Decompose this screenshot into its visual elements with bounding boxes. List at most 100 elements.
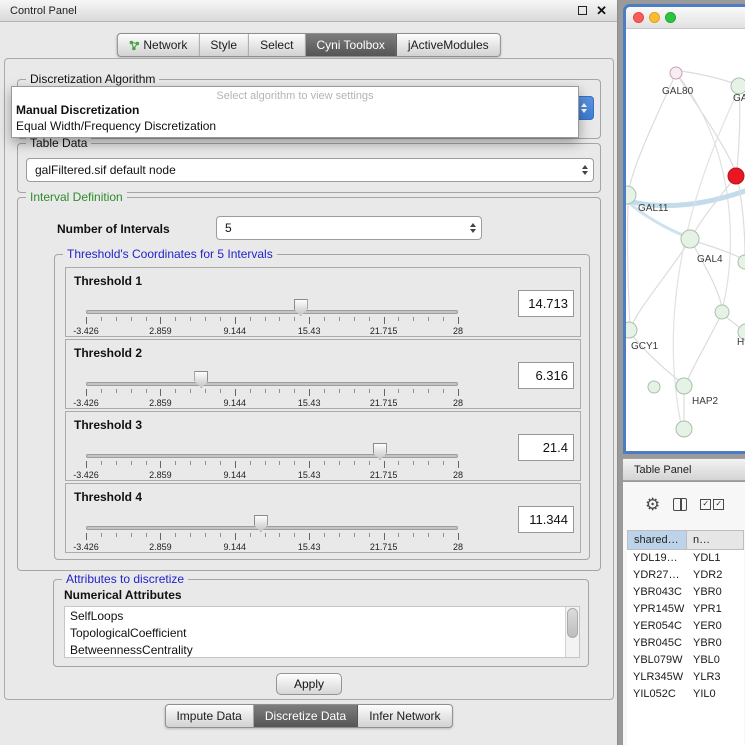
group-title: Threshold's Coordinates for 5 Intervals xyxy=(63,247,277,261)
checkbox-icon: ✓ xyxy=(713,499,724,510)
table-cell: YBR0 xyxy=(687,635,744,652)
node-label: GAL4 xyxy=(697,254,723,265)
tick-label: 9.144 xyxy=(224,326,247,336)
slider-track xyxy=(86,454,458,458)
network-node[interactable] xyxy=(676,421,692,437)
table-data-select[interactable]: galFiltered.sif default node xyxy=(26,158,594,182)
table-row[interactable]: YER054CYER0 xyxy=(627,618,744,635)
threshold-value-input[interactable] xyxy=(518,362,574,389)
scrollbar-thumb[interactable] xyxy=(567,608,578,638)
threshold-slider[interactable]: -3.4262.8599.14415.4321.71528 xyxy=(86,296,458,336)
tick-label: -3.426 xyxy=(73,470,99,480)
combo-value: 5 xyxy=(217,221,465,235)
table-cell: YIL0 xyxy=(687,686,744,703)
tab-jactivemodules[interactable]: jActiveModules xyxy=(397,34,500,56)
network-node[interactable] xyxy=(626,322,637,338)
group-title: Discretization Algorithm xyxy=(26,72,159,86)
minimize-traffic-light-icon[interactable] xyxy=(649,12,660,23)
threshold-slider[interactable]: -3.4262.8599.14415.4321.71528 xyxy=(86,512,458,552)
network-node[interactable] xyxy=(648,381,660,393)
network-node[interactable] xyxy=(670,67,682,79)
threshold-panel-4: Threshold 4-3.4262.8599.14415.4321.71528 xyxy=(65,483,581,553)
table-cell: YDL19… xyxy=(627,550,687,567)
table-row[interactable]: YBR043CYBR0 xyxy=(627,584,744,601)
threshold-slider[interactable]: -3.4262.8599.14415.4321.71528 xyxy=(86,368,458,408)
node-label: HAP2 xyxy=(692,396,719,407)
network-canvas[interactable]: GAL80GAGAL11GAL4GCY1HHAP2 xyxy=(626,29,745,450)
table-cell: YER0 xyxy=(687,618,744,635)
tick-label: 21.715 xyxy=(370,542,398,552)
table-cell: YBR045C xyxy=(627,635,687,652)
threshold-label: Threshold 3 xyxy=(74,418,142,432)
table-row[interactable]: YPR145WYPR1 xyxy=(627,601,744,618)
combo-arrows-icon xyxy=(465,223,481,233)
zoom-traffic-light-icon[interactable] xyxy=(665,12,676,23)
tick-label: 28 xyxy=(453,542,463,552)
table-row[interactable]: YLR345WYLR3 xyxy=(627,669,744,686)
network-node[interactable] xyxy=(728,168,744,184)
attributes-group: Attributes to discretize Numerical Attri… xyxy=(53,579,589,667)
tick-label: 2.859 xyxy=(149,326,172,336)
network-node[interactable] xyxy=(731,78,745,94)
tab-select[interactable]: Select xyxy=(249,34,305,56)
node-label: H xyxy=(737,337,744,348)
apply-button[interactable]: Apply xyxy=(276,673,342,695)
select-columns-icon[interactable]: ✓✓ xyxy=(700,499,724,510)
attribute-list-item[interactable]: SelfLoops xyxy=(65,607,579,624)
table-row[interactable]: YDR27…YDR2 xyxy=(627,567,744,584)
attribute-list-item[interactable]: BetweennessCentrality xyxy=(65,641,579,658)
node-label: GA xyxy=(733,93,745,104)
popup-item-manual-discretization[interactable]: Manual Discretization xyxy=(12,102,578,118)
threshold-value-input[interactable] xyxy=(518,434,574,461)
num-intervals-select[interactable]: 5 xyxy=(216,216,482,240)
table-row[interactable]: YDL19…YDL1 xyxy=(627,550,744,567)
popup-item-equal-width-frequency[interactable]: Equal Width/Frequency Discretization xyxy=(12,118,578,134)
close-traffic-light-icon[interactable] xyxy=(633,12,644,23)
tick-label: 15.43 xyxy=(298,470,321,480)
slider-ticks xyxy=(86,317,458,325)
window-controls: ✕ xyxy=(578,4,607,17)
window-title: Control Panel xyxy=(10,5,77,17)
network-icon xyxy=(128,40,139,51)
scrollbar[interactable] xyxy=(565,607,579,657)
table-row[interactable]: YBR045CYBR0 xyxy=(627,635,744,652)
gear-icon[interactable]: ⚙ xyxy=(645,496,660,513)
column-header[interactable]: n… xyxy=(687,530,744,550)
tab-infer-network[interactable]: Infer Network xyxy=(358,705,451,727)
interval-definition-group: Interval Definition Number of Intervals … xyxy=(17,197,601,571)
group-title: Interval Definition xyxy=(26,190,127,204)
table-row[interactable]: YBL079WYBL0 xyxy=(627,652,744,669)
threshold-label: Threshold 2 xyxy=(74,346,142,360)
control-panel-titlebar: Control Panel ✕ xyxy=(0,0,617,22)
tick-label: 28 xyxy=(453,326,463,336)
tick-label: -3.426 xyxy=(73,398,99,408)
tab-discretize-data[interactable]: Discretize Data xyxy=(254,705,358,727)
close-icon[interactable]: ✕ xyxy=(596,4,607,17)
network-edge xyxy=(692,243,722,307)
node-label: GAL11 xyxy=(638,203,669,214)
tick-label: 2.859 xyxy=(149,470,172,480)
table-cell: YER054C xyxy=(627,618,687,635)
tab-label: Network xyxy=(143,38,187,52)
threshold-slider[interactable]: -3.4262.8599.14415.4321.71528 xyxy=(86,440,458,480)
network-node[interactable] xyxy=(676,378,692,394)
group-title: Table Data xyxy=(26,136,91,150)
tab-cyni-toolbox[interactable]: Cyni Toolbox xyxy=(305,34,396,56)
tab-network[interactable]: Network xyxy=(117,34,199,56)
table-row[interactable]: YIL052CYIL0 xyxy=(627,686,744,703)
threshold-value-input[interactable] xyxy=(518,506,574,533)
slider-track xyxy=(86,310,458,314)
column-header[interactable]: shared… xyxy=(627,530,687,550)
tab-style[interactable]: Style xyxy=(199,34,249,56)
network-node[interactable] xyxy=(715,305,729,319)
threshold-value-input[interactable] xyxy=(518,290,574,317)
table-panel-title: Table Panel xyxy=(634,464,692,476)
float-window-icon[interactable] xyxy=(578,6,587,15)
attribute-list-item[interactable]: TopologicalCoefficient xyxy=(65,624,579,641)
columns-icon[interactable] xyxy=(673,498,687,511)
threshold-label: Threshold 1 xyxy=(74,274,142,288)
table-cell: YBL0 xyxy=(687,652,744,669)
tab-impute-data[interactable]: Impute Data xyxy=(165,705,253,727)
group-title: Attributes to discretize xyxy=(62,572,188,586)
network-node[interactable] xyxy=(681,230,699,248)
